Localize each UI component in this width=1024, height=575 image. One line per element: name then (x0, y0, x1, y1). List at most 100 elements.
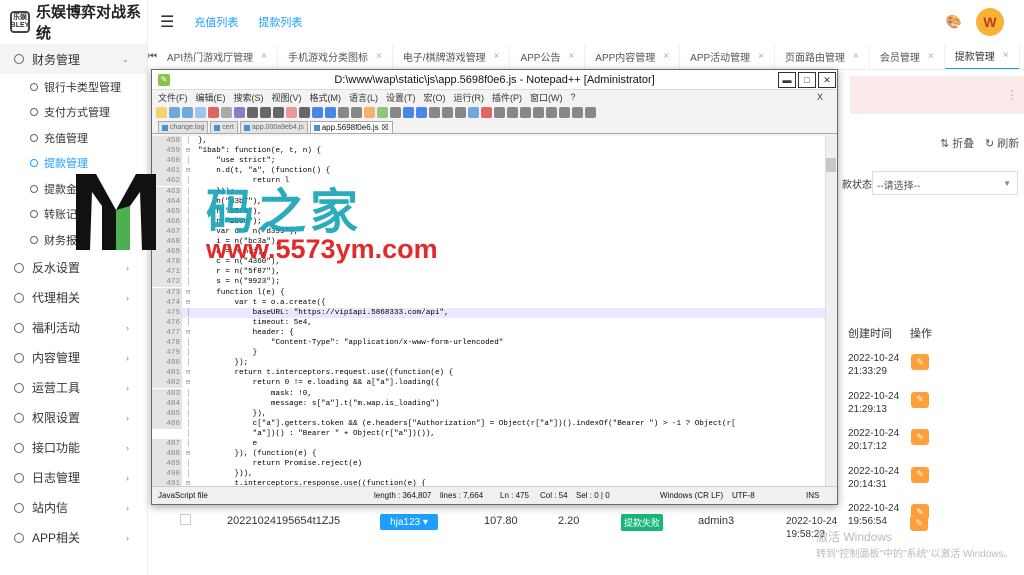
toolbar-tool-icon[interactable] (377, 106, 388, 118)
user-dropdown-button[interactable]: hja123 ▾ (380, 514, 438, 530)
close-icon[interactable]: × (568, 51, 574, 62)
toolbar-tool-icon[interactable] (312, 106, 323, 118)
tab[interactable]: APP内容管理 × (585, 44, 681, 69)
tab[interactable]: 电子/棋牌游戏管理 × (393, 44, 511, 69)
notepad-menu-item[interactable]: 视图(V) (272, 91, 302, 104)
sidebar-item[interactable]: 福利活动 › (0, 313, 147, 343)
tab[interactable]: APP活动管理 × (680, 44, 776, 69)
close-icon[interactable]: × (928, 51, 934, 62)
notepad-menu-item[interactable]: 运行(R) (454, 91, 485, 104)
edit-button[interactable]: ✎ (911, 354, 929, 370)
close-icon[interactable]: ☒ (382, 123, 389, 132)
toolbar-tool-icon[interactable] (572, 106, 583, 118)
toolbar-tool-icon[interactable] (169, 106, 180, 118)
close-icon[interactable]: × (494, 51, 500, 62)
toolbar-tool-icon[interactable] (546, 106, 557, 118)
notepad-menu-item[interactable]: 格式(M) (310, 91, 342, 104)
toolbar-tool-icon[interactable] (481, 106, 492, 118)
sidebar-subitem[interactable]: 支付方式管理 (0, 100, 147, 126)
notepad-menu-item[interactable]: 文件(F) (158, 91, 188, 104)
close-icon[interactable]: × (376, 51, 382, 62)
edit-button[interactable]: ✎ (910, 515, 928, 531)
sidebar-item[interactable]: 代理相关 › (0, 283, 147, 313)
toolbar-tool-icon[interactable] (585, 106, 596, 118)
theme-palette-icon[interactable]: 🎨 (946, 14, 962, 30)
notepad-menu-item[interactable]: 设置(T) (386, 91, 416, 104)
tab[interactable]: 充值管× (1020, 44, 1024, 69)
notepad-menu-item[interactable]: ? (571, 92, 576, 102)
more-icon[interactable]: ⋮ (1006, 88, 1018, 102)
fold-button[interactable]: ⇅ 折叠 (940, 135, 974, 151)
toolbar-tool-icon[interactable] (468, 106, 479, 118)
toolbar-tool-icon[interactable] (429, 106, 440, 118)
sidebar-item[interactable]: 日志管理 › (0, 463, 147, 493)
tab[interactable]: 手机游戏分类图标 × (278, 44, 393, 69)
toolbar-tool-icon[interactable] (260, 106, 271, 118)
refresh-button[interactable]: ↻ 刷新 (985, 135, 1019, 151)
toolbar-tool-icon[interactable] (559, 106, 570, 118)
file-tab[interactable]: cert (210, 121, 238, 133)
sidebar-item[interactable]: 运营工具 › (0, 373, 147, 403)
file-tab[interactable]: app.000a9eb4.js (239, 121, 308, 133)
toolbar-tool-icon[interactable] (442, 106, 453, 118)
notepad-menu-item[interactable]: 编辑(E) (196, 91, 226, 104)
edit-button[interactable]: ✎ (911, 429, 929, 445)
sidebar-subitem[interactable]: 银行卡类型管理 (0, 74, 147, 100)
tab[interactable]: 提款管理 × (944, 44, 1020, 69)
tab[interactable]: 会员管理 × (870, 44, 945, 69)
maximize-button[interactable]: □ (798, 72, 816, 88)
toolbar-tool-icon[interactable] (247, 106, 258, 118)
notepad-menu-item[interactable]: 宏(O) (424, 91, 446, 104)
file-tab[interactable]: app.5698f0e6.js ☒ (309, 121, 393, 133)
menu-toggle-icon[interactable]: ☰ (160, 12, 174, 32)
toolbar-tool-icon[interactable] (195, 106, 206, 118)
close-icon[interactable]: × (663, 51, 669, 62)
top-link-withdraw-list[interactable]: 提款列表 (258, 14, 302, 30)
toolbar-tool-icon[interactable] (156, 106, 167, 118)
sidebar-item[interactable]: 权限设置 › (0, 403, 147, 433)
toolbar-tool-icon[interactable] (273, 106, 284, 118)
close-icon[interactable]: × (1003, 50, 1009, 61)
sidebar-subitem[interactable]: 充值管理 (0, 125, 147, 151)
tabs-scroll-left-icon[interactable]: ⏮ (148, 51, 157, 62)
toolbar-tool-icon[interactable] (182, 106, 193, 118)
close-icon[interactable]: × (261, 51, 267, 62)
toolbar-tool-icon[interactable] (390, 106, 401, 118)
tab[interactable]: API热门游戏厅管理 × (157, 44, 278, 69)
top-link-recharge-list[interactable]: 充值列表 (194, 14, 238, 30)
editor-scrollbar[interactable] (825, 136, 837, 486)
avatar[interactable]: W (976, 8, 1004, 36)
sidebar-item[interactable]: 反水设置 › (0, 253, 147, 283)
toolbar-tool-icon[interactable] (299, 106, 310, 118)
row-checkbox[interactable] (180, 514, 191, 525)
toolbar-tool-icon[interactable] (455, 106, 466, 118)
sidebar-item[interactable]: 接口功能 › (0, 433, 147, 463)
close-icon[interactable]: × (758, 51, 764, 62)
edit-button[interactable]: ✎ (911, 391, 929, 408)
notepad-menu-item[interactable]: 搜索(S) (234, 91, 264, 104)
toolbar-tool-icon[interactable] (325, 106, 336, 118)
edit-button[interactable]: ✎ (911, 466, 929, 483)
sidebar-item[interactable]: 财务管理 ⌄ (0, 44, 147, 74)
notepad-menu-item[interactable]: 插件(P) (492, 91, 522, 104)
tab[interactable]: 页面路由管理 × (775, 44, 870, 69)
close-button[interactable]: ✕ (818, 72, 836, 88)
toolbar-tool-icon[interactable] (351, 106, 362, 118)
close-document-icon[interactable]: X (817, 92, 823, 102)
toolbar-tool-icon[interactable] (520, 106, 531, 118)
toolbar-tool-icon[interactable] (221, 106, 232, 118)
sidebar-item[interactable]: 站内信 › (0, 493, 147, 523)
toolbar-tool-icon[interactable] (507, 106, 518, 118)
file-tab[interactable]: change.log (158, 121, 209, 133)
close-icon[interactable]: × (853, 51, 859, 62)
notepad-menu-item[interactable]: 语言(L) (349, 91, 378, 104)
toolbar-tool-icon[interactable] (533, 106, 544, 118)
toolbar-tool-icon[interactable] (403, 106, 414, 118)
toolbar-tool-icon[interactable] (494, 106, 505, 118)
toolbar-tool-icon[interactable] (364, 106, 375, 118)
status-filter-select[interactable]: --请选择-- ▼ (872, 171, 1018, 195)
toolbar-tool-icon[interactable] (234, 106, 245, 118)
toolbar-tool-icon[interactable] (416, 106, 427, 118)
toolbar-tool-icon[interactable] (208, 106, 219, 118)
toolbar-tool-icon[interactable] (338, 106, 349, 118)
